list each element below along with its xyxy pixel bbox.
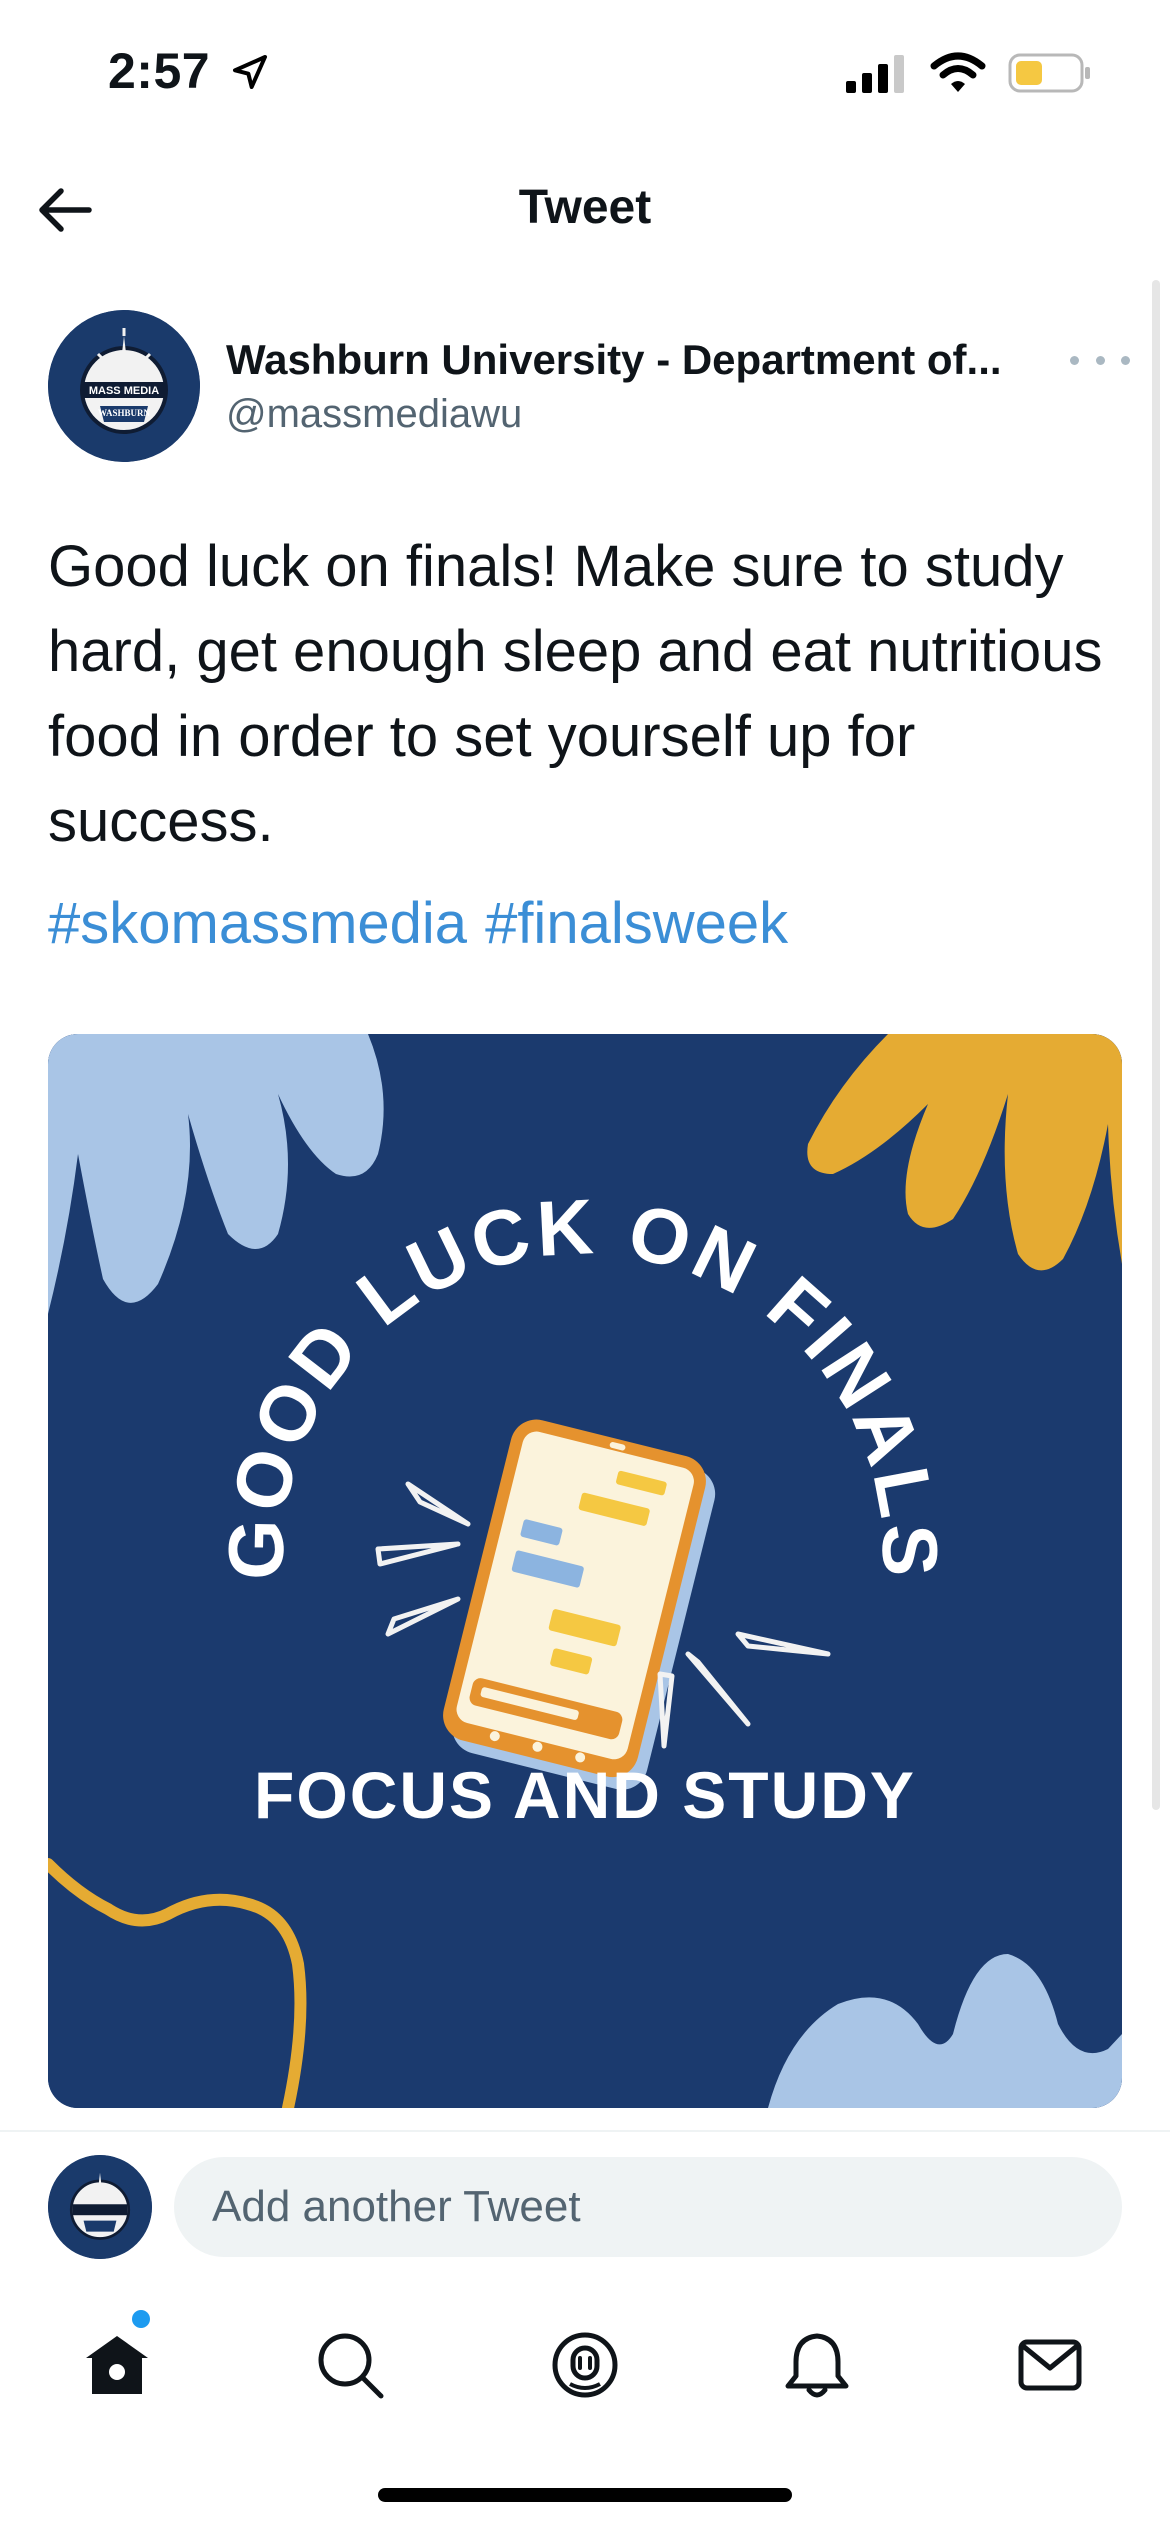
scrollbar[interactable] <box>1152 280 1160 1810</box>
logo-text-1: MASS MEDIA <box>89 385 159 397</box>
mass-media-logo: MASS MEDIA WASHBURN <box>48 310 200 462</box>
reply-avatar[interactable] <box>48 2155 152 2259</box>
signal-icon <box>846 55 904 93</box>
tweet-media-image[interactable]: GOOD LUCK ON FINALS FOCUS AND STUDY <box>48 1034 1122 2108</box>
status-time: 2:57 <box>108 42 270 100</box>
tweet-text: Good luck on finals! Make sure to study … <box>48 534 1103 854</box>
hashtags: #skomassmedia #finalsweek <box>48 890 788 957</box>
mail-icon <box>1018 2339 1082 2391</box>
divider <box>0 2130 1170 2132</box>
mass-media-logo-small <box>48 2155 152 2259</box>
more-dot <box>1121 355 1130 365</box>
search-icon <box>318 2333 384 2399</box>
hashtag-link[interactable]: #skomassmedia <box>48 890 467 957</box>
tab-notifications[interactable] <box>772 2320 862 2410</box>
author-name[interactable]: Washburn University - Department of... <box>226 336 1056 384</box>
notification-dot <box>132 2310 150 2328</box>
bell-icon <box>785 2333 849 2398</box>
add-another-tweet-input[interactable]: Add another Tweet <box>174 2157 1122 2257</box>
status-icons <box>846 52 1092 94</box>
page-title: Tweet <box>518 181 652 234</box>
hashtag-link[interactable]: #finalsweek <box>485 890 788 957</box>
spaces-icon <box>552 2332 618 2398</box>
logo-text-2: WASHBURN <box>98 408 151 418</box>
more-dot <box>1095 355 1105 365</box>
author-avatar[interactable]: MASS MEDIA WASHBURN <box>48 310 200 462</box>
media-illustration: GOOD LUCK ON FINALS FOCUS AND STUDY <box>48 1034 1122 2108</box>
more-options-button[interactable] <box>1070 342 1130 378</box>
status-time-text: 2:57 <box>108 43 211 99</box>
battery-icon <box>1008 53 1090 93</box>
tab-spaces[interactable] <box>540 2320 630 2410</box>
tab-messages[interactable] <box>1005 2320 1095 2410</box>
media-caption: FOCUS AND STUDY <box>254 1758 916 1832</box>
wifi-icon <box>930 52 986 92</box>
home-indicator[interactable] <box>378 2488 792 2502</box>
tab-home[interactable] <box>72 2320 162 2410</box>
more-dot <box>1070 355 1079 365</box>
location-arrow-icon <box>233 55 268 89</box>
home-icon <box>86 2336 148 2394</box>
author-handle[interactable]: @massmediawu <box>226 392 522 437</box>
tab-search[interactable] <box>305 2320 395 2410</box>
